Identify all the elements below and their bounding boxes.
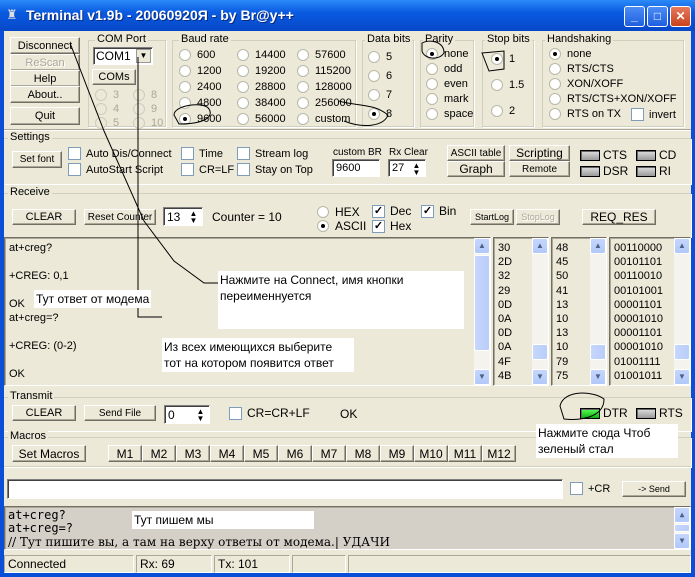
annotation-circle-parity [421,40,445,59]
minimize-button[interactable]: _ [624,6,645,27]
annotation-line-connect [69,42,219,284]
window-title: Terminal v1.9b - 20060920Я - by Br@y++ [26,7,294,23]
title-bar[interactable]: ♜ Terminal v1.9b - 20060920Я - by Br@y++… [0,0,695,31]
close-button[interactable]: ✕ [670,6,691,27]
annotation-circle-baud [173,104,211,125]
annotation-modem-reply: Тут ответ от модема [34,290,152,308]
minimize-icon: _ [631,9,638,23]
annotation-press-here: Нажмите сюда Чтоб зеленый стал [536,424,678,458]
annotation-line-port [137,57,162,318]
maximize-button[interactable]: □ [647,6,668,27]
annotation-we-write: Тут пишем мы [132,511,314,529]
annotation-circle-dtr [559,392,605,420]
terminal-app-icon: ♜ [6,7,18,22]
maximize-icon: □ [653,9,662,23]
terminal-window: ♜ Terminal v1.9b - 20060920Я - by Br@y++… [0,0,695,577]
annotation-choose-port: Из всех имеющихся выберите тот на которо… [162,338,354,372]
annotation-press-connect: Нажмите на Connect, имя кнопки переименн… [218,271,464,329]
annotation-circle-stopbits [481,50,505,72]
client-area: Disconnect ReScan Help About.. Quit COM … [4,31,691,573]
annotation-circle-databits [338,100,389,127]
close-icon: ✕ [675,9,686,23]
